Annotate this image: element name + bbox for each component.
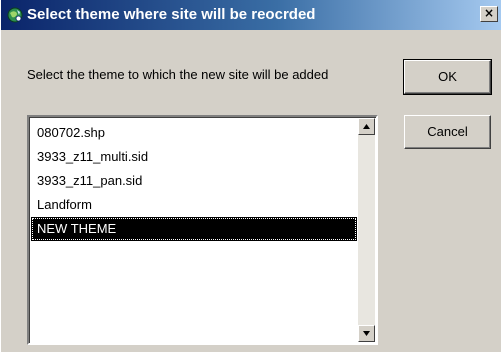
close-icon: × [483, 6, 495, 20]
close-button[interactable]: × [480, 6, 498, 22]
theme-listbox[interactable]: 080702.shp 3933_z11_multi.sid 3933_z11_pan… [27, 115, 378, 345]
select-theme-dialog: Select theme where site will be reocrded… [0, 0, 501, 352]
cancel-button[interactable]: Cancel [404, 115, 491, 149]
list-item[interactable]: NEW THEME [31, 217, 357, 241]
list-item[interactable]: 3933_z11_pan.sid [31, 169, 357, 193]
theme-list: 080702.shp 3933_z11_multi.sid 3933_z11_pan… [31, 121, 357, 241]
title-bar[interactable]: Select theme where site will be reocrded… [1, 0, 501, 30]
list-item[interactable]: 3933_z11_multi.sid [31, 145, 357, 169]
list-item[interactable]: 080702.shp [31, 121, 357, 145]
list-item[interactable]: Landform [31, 193, 357, 217]
globe-icon [7, 7, 23, 23]
scroll-up-button[interactable] [358, 118, 375, 135]
scrollbar-track[interactable] [358, 135, 375, 325]
window-title: Select theme where site will be reocrded [27, 6, 316, 23]
vertical-scrollbar[interactable] [358, 118, 375, 342]
scroll-down-button[interactable] [358, 325, 375, 342]
ok-button[interactable]: OK [403, 59, 492, 95]
instruction-label: Select the theme to which the new site w… [27, 67, 329, 82]
arrow-down-icon [363, 331, 370, 336]
arrow-up-icon [363, 124, 370, 129]
